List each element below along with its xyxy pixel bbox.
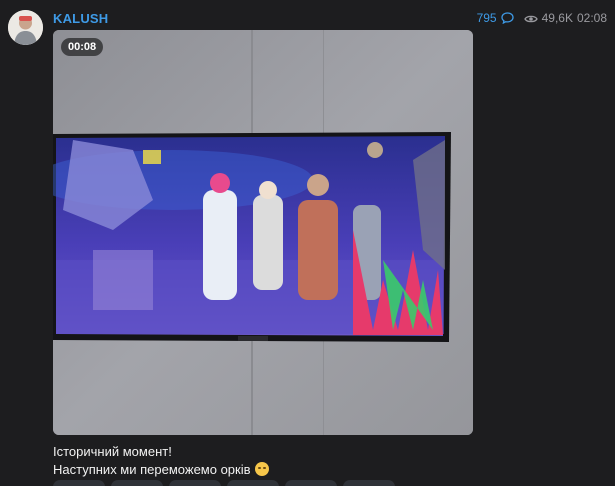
telegram-post: KALUSH 795 49,6K 02:08 00:08 Історичний …: [0, 0, 615, 486]
post-meta: 795 49,6K 02:08: [477, 11, 607, 25]
reactions-row: [53, 480, 395, 486]
views-count: 49,6K: [541, 11, 573, 25]
reaction-chip[interactable]: [285, 480, 337, 486]
comments-count[interactable]: 795: [477, 11, 497, 25]
comment-bubble-icon[interactable]: [500, 12, 514, 25]
video-player[interactable]: 00:08: [53, 30, 473, 435]
video-duration-badge: 00:08: [61, 38, 104, 56]
post-time: 02:08: [576, 11, 607, 25]
eye-icon: [523, 13, 538, 23]
post-caption: Історичний момент! Наступних ми переможе…: [53, 443, 269, 479]
reaction-chip[interactable]: [53, 480, 105, 486]
caption-line-2-text: Наступних ми переможемо орків: [53, 462, 251, 477]
reaction-chip[interactable]: [343, 480, 395, 486]
channel-avatar[interactable]: [8, 10, 43, 45]
relieved-face-emoji: [254, 462, 269, 476]
reaction-chip[interactable]: [111, 480, 163, 486]
reaction-chip[interactable]: [227, 480, 279, 486]
caption-line-1: Історичний момент!: [53, 444, 172, 459]
reaction-chip[interactable]: [169, 480, 221, 486]
channel-name[interactable]: KALUSH: [53, 11, 108, 26]
caption-line-2: Наступних ми переможемо орків: [53, 461, 269, 479]
